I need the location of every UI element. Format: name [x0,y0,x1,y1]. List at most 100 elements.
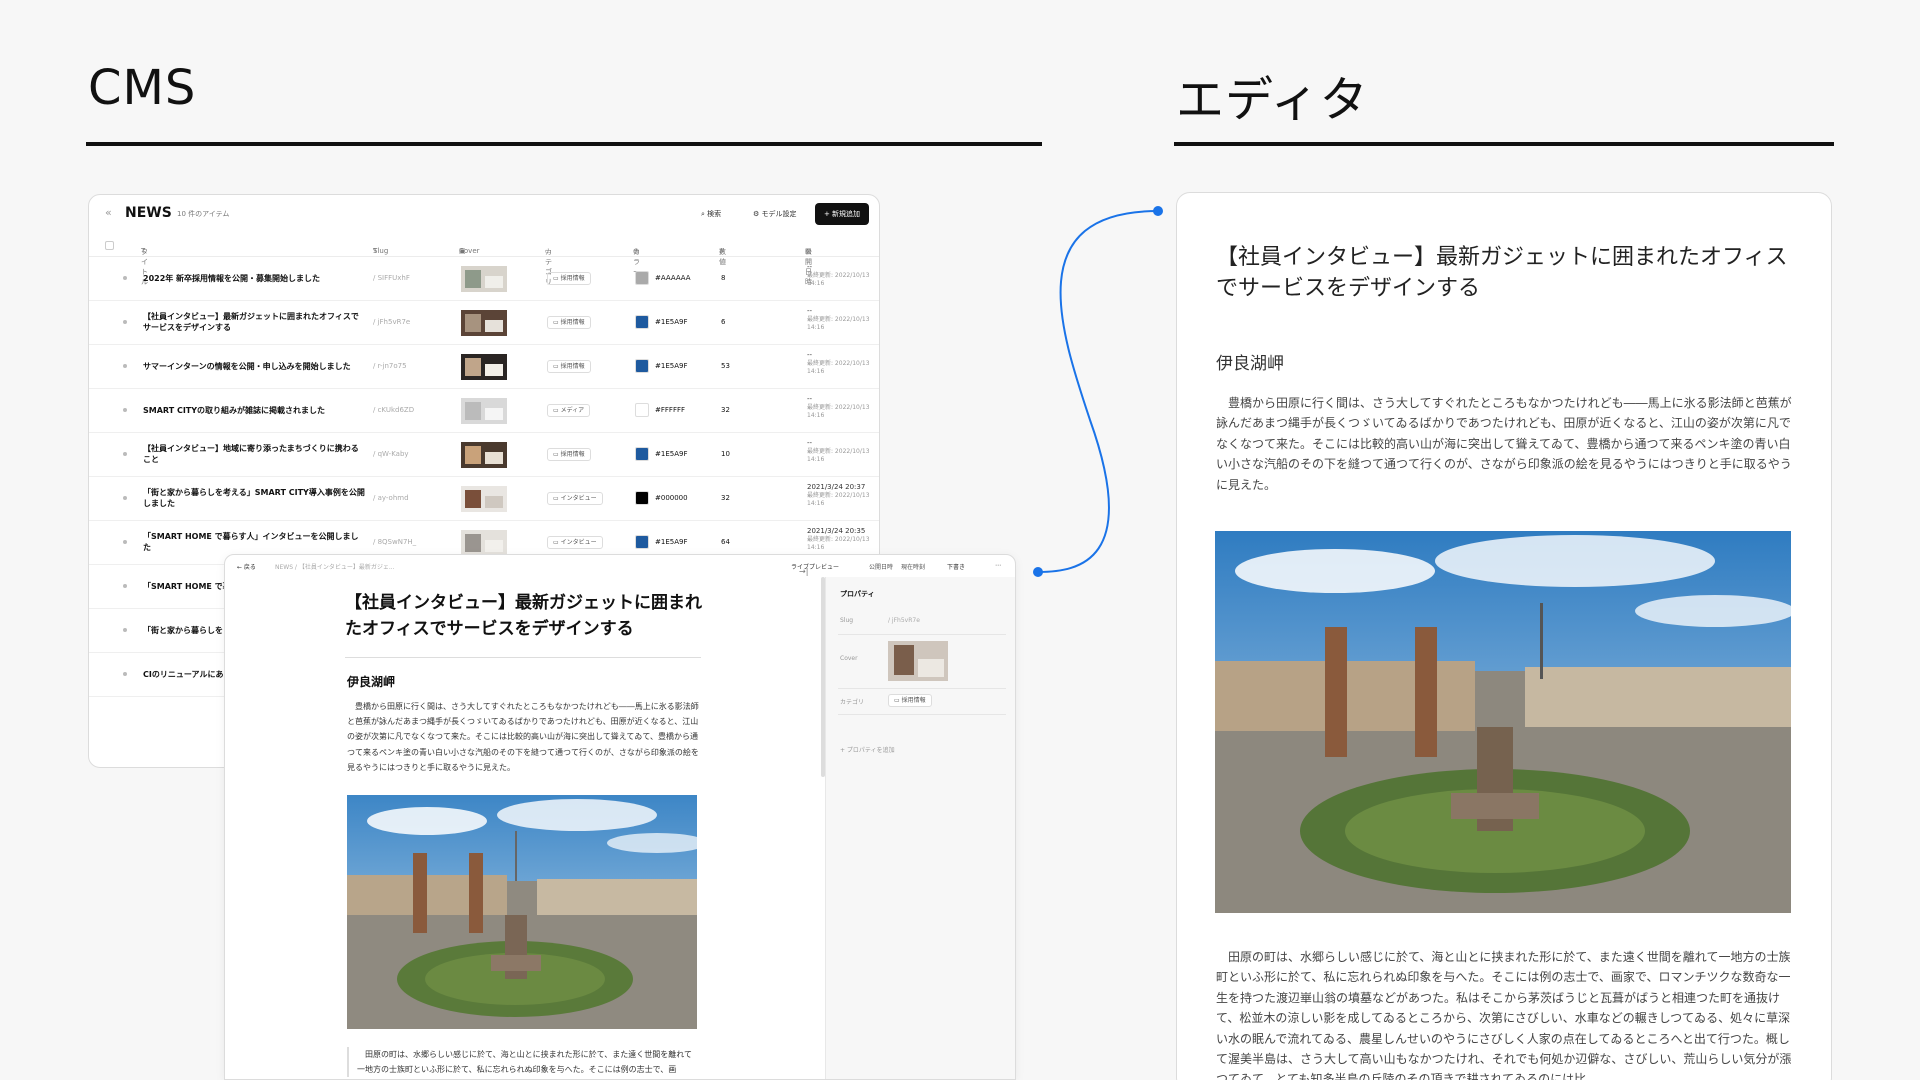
property-slug[interactable]: Slug / jFh5vR7e [838,609,1006,635]
row-color-value: #1E5A9F [655,362,688,370]
plus-icon: + [823,210,833,218]
editor-heading-rule [1174,142,1834,146]
row-slug: / qW-Kaby [373,450,409,458]
preview-title: 【社員インタビュー】最新ガジェットに囲まれたオフィスでサービスをデザインする [1216,245,1788,301]
cms-toolbar: « NEWS 10 件のアイテム ⌕ 検索 ⚙ モデル設定 + 新規追加 [89,195,879,235]
row-status-dot [123,540,127,544]
row-number: 53 [721,362,730,370]
row-title[interactable]: 【社員インタビュー】最新ガジェットに囲まれたオフィスでサービスをデザインする [143,309,365,337]
folder-icon: ▭ [553,319,561,326]
folder-icon: ▭ [553,363,561,370]
row-cover-thumbnail[interactable] [461,486,507,512]
row-number: 64 [721,538,730,546]
table-row[interactable]: SMART CITYの取り組みが雑誌に掲載されました / cKUkd6ZD ▭ メデ… [89,389,879,433]
row-published-date: -- 最終更新: 2022/10/13 14:16 [807,395,870,419]
add-property-button[interactable]: + プロパティを追加 [840,745,895,754]
article-paragraph-2[interactable]: 田原の町は、水郷らしい感じに於て、海と山とに挟まれた形に於て、また遠く世間を離れ… [347,1047,699,1078]
row-cover-thumbnail[interactable] [461,442,507,468]
cms-heading: CMS [88,60,197,116]
editor-topbar: ← 戻る NEWS / 【社員インタビュー】最新ガジェ... ライブプレビュー … [225,555,1015,577]
row-cover-thumbnail[interactable] [461,354,507,380]
row-category-tag: ▭ インタビュー [547,536,603,549]
row-slug: / cKUkd6ZD [373,406,415,414]
article-image[interactable] [347,795,697,1029]
row-status-dot [123,672,127,676]
row-status-dot [123,584,127,588]
table-row[interactable]: サマーインターンの情報を公開・申し込みを開始しました / r-jn7o75 ▭ 採用… [89,345,879,389]
gear-icon: ⚙ [753,210,762,218]
table-row[interactable]: 「街と家から暮らしを考える」SMART CITY導入事例を公開しました / ay-… [89,477,879,521]
table-row[interactable]: 2022年 新卒採用情報を公開・募集開始しました / SIFFUxhF ▭ 採用情報… [89,257,879,301]
row-title[interactable]: 「SMART HOME で暮らす人」インタビューを公開しました [143,529,365,557]
row-color-swatch [635,447,649,461]
article-subheading[interactable]: 伊良湖岬 [347,673,395,690]
row-category-tag: ▭ 採用情報 [547,448,591,461]
folder-icon: ▭ [894,697,902,704]
publish-time-button[interactable]: 公開日時 [869,562,893,571]
row-color-value: #AAAAAA [655,274,691,282]
cms-heading-rule [86,142,1042,146]
preview-image [1215,531,1791,913]
properties-panel: プロパティ Slug / jFh5vR7e Cover カテゴリ ▭ 採用情報 … [825,577,1015,1079]
row-color-value: #1E5A9F [655,450,688,458]
row-title[interactable]: SMART CITYの取り組みが雑誌に掲載されました [143,397,365,425]
row-category-tag: ▭ 採用情報 [547,360,591,373]
table-row[interactable]: 【社員インタビュー】地域に寄り添ったまちづくりに携わること / qW-Kaby ▭ … [89,433,879,477]
row-slug: / r-jn7o75 [373,362,407,370]
row-category-tag: ▭ 採用情報 [547,316,591,329]
slug-input[interactable]: / jFh5vR7e [888,617,920,624]
table-row[interactable]: 【社員インタビュー】最新ガジェットに囲まれたオフィスでサービスをデザインする / … [89,301,879,345]
article-paragraph[interactable]: 豊橋から田原に行く間は、さう大してすぐれたところもなかつたけれども――馬上に氷る… [347,699,699,775]
title-underline [345,657,701,658]
current-time-button[interactable]: 現在時刻 [901,562,925,571]
search-button[interactable]: ⌕ 検索 [701,209,721,219]
category-tag[interactable]: ▭ 採用情報 [888,694,932,707]
editor-canvas[interactable]: 【社員インタビュー】最新ガジェットに囲まれたオフィスでサービスをデザインする 伊… [225,577,821,1079]
more-options-button[interactable]: ⋯ [995,562,1001,569]
property-category[interactable]: カテゴリ ▭ 採用情報 [838,689,1006,715]
row-published-date: -- 最終更新: 2022/10/13 14:16 [807,439,870,463]
row-title[interactable]: サマーインターンの情報を公開・申し込みを開始しました [143,353,365,381]
row-published-date: -- 最終更新: 2022/10/13 14:16 [807,307,870,331]
row-slug: / SIFFUxhF [373,274,410,282]
row-cover-thumbnail[interactable] [461,310,507,336]
preview-paragraph: 豊橋から田原に行く間は、さう大してすぐれたところもなかつたけれども――馬上に氷る… [1216,396,1792,492]
row-cover-thumbnail[interactable] [461,266,507,292]
draft-status-dropdown[interactable]: 下書き [947,562,965,571]
row-cover-thumbnail[interactable] [461,530,507,556]
properties-title: プロパティ [840,590,875,598]
row-color-swatch [635,491,649,505]
row-cover-thumbnail[interactable] [461,398,507,424]
toggle-sidebar-icon[interactable]: →| [799,567,808,576]
row-status-dot [123,320,127,324]
row-color-value: #1E5A9F [655,318,688,326]
row-published-date: 2021/3/24 20:37 最終更新: 2022/10/13 14:16 [807,483,870,507]
row-status-dot [123,496,127,500]
property-cover[interactable]: Cover [838,635,1006,689]
collection-title: NEWS [125,205,172,221]
folder-icon: ▭ [553,539,561,546]
row-published-date: -- 最終更新: 2022/10/13 14:16 [807,263,870,287]
add-item-button[interactable]: + 新規追加 [815,203,869,225]
row-category-tag: ▭ 採用情報 [547,272,591,285]
cover-thumbnail[interactable] [888,641,948,681]
row-status-dot [123,364,127,368]
table-header: T タイトル T Slug ▣ Cover ▭ カテゴリ ◍ カラー # 数値 … [89,235,879,286]
row-title[interactable]: 2022年 新卒採用情報を公開・募集開始しました [143,265,365,293]
select-all-checkbox[interactable] [105,241,114,250]
row-color-value: #1E5A9F [655,538,688,546]
row-color-value: #000000 [655,494,688,502]
back-button[interactable]: ← 戻る [237,562,256,571]
collapse-sidebar-icon[interactable]: « [105,206,112,219]
folder-icon: ▭ [553,495,561,502]
folder-icon: ▭ [553,451,561,458]
preview-subheading: 伊良湖岬 [1216,354,1284,374]
model-settings-button[interactable]: ⚙ モデル設定 [753,209,797,219]
breadcrumb: NEWS / 【社員インタビュー】最新ガジェ... [275,564,395,571]
row-slug: / 8QSwN7H_ [373,538,417,546]
row-title[interactable]: 「街と家から暮らしを考える」SMART CITY導入事例を公開しました [143,485,365,513]
article-title-field[interactable]: 【社員インタビュー】最新ガジェットに囲まれたオフィスでサービスをデザインする [345,591,705,642]
row-category-tag: ▭ インタビュー [547,492,603,505]
row-title[interactable]: 【社員インタビュー】地域に寄り添ったまちづくりに携わること [143,441,365,469]
row-number: 32 [721,494,730,502]
